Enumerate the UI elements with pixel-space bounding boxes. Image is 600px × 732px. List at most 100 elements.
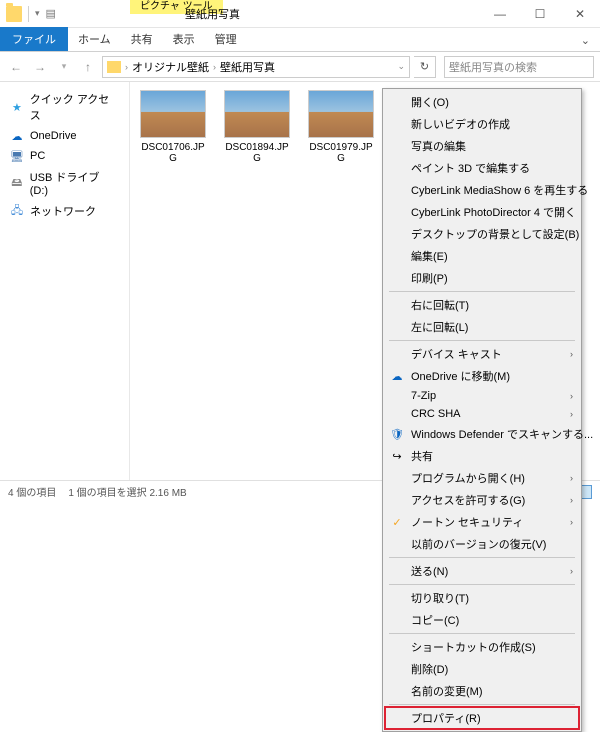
maximize-button[interactable]: ☐ — [520, 0, 560, 28]
sidebar-item-network[interactable]: 🖧 ネットワーク — [4, 200, 125, 222]
file-thumbnail[interactable]: DSC01894.JPG — [222, 90, 292, 164]
menu-separator — [389, 584, 575, 585]
window-title: 壁紙用写真 — [185, 6, 240, 22]
menu-edit-photo[interactable]: 写真の編集 — [385, 135, 579, 157]
selection-info: 1 個の項目を選択 2.16 MB — [68, 484, 186, 499]
breadcrumb[interactable]: オリジナル壁紙 — [132, 59, 209, 75]
menu-label: ノートン セキュリティ — [411, 514, 523, 530]
menu-label: 開く(O) — [411, 94, 449, 110]
menu-open[interactable]: 開く(O) — [385, 91, 579, 113]
usb-icon: 🖴 — [10, 176, 24, 190]
menu-onedrive-move[interactable]: ☁OneDrive に移動(M) — [385, 365, 579, 387]
menu-photodirector[interactable]: CyberLink PhotoDirector 4 で開く — [385, 201, 579, 223]
file-tab[interactable]: ファイル — [0, 27, 68, 51]
navigation-bar: ← → ▾ ↑ › オリジナル壁紙 › 壁紙用写真 ⌄ ↻ 壁紙用写真の検索 — [0, 52, 600, 82]
image-preview — [308, 90, 374, 138]
submenu-arrow-icon: › — [570, 473, 573, 483]
minimize-button[interactable]: — — [480, 0, 520, 28]
menu-paint3d[interactable]: ペイント 3D で編集する — [385, 157, 579, 179]
menu-new-video[interactable]: 新しいビデオの作成 — [385, 113, 579, 135]
menu-rename[interactable]: 名前の変更(M) — [385, 680, 579, 702]
menu-rotate-right[interactable]: 右に回転(T) — [385, 294, 579, 316]
menu-share[interactable]: ↪共有 — [385, 445, 579, 467]
menu-label: ショートカットの作成(S) — [411, 639, 536, 655]
menu-sendto[interactable]: 送る(N)› — [385, 560, 579, 582]
sidebar-item-label: クイック アクセス — [30, 91, 119, 123]
folder-icon[interactable] — [6, 6, 22, 22]
sidebar-item-label: ネットワーク — [30, 203, 96, 219]
addr-dropdown-icon[interactable]: ⌄ — [397, 61, 405, 72]
menu-restore[interactable]: 以前のバージョンの復元(V) — [385, 533, 579, 555]
menu-separator — [389, 340, 575, 341]
menu-copy[interactable]: コピー(C) — [385, 609, 579, 631]
menu-rotate-left[interactable]: 左に回転(L) — [385, 316, 579, 338]
menu-label: 写真の編集 — [411, 138, 466, 154]
ribbon-expand-icon[interactable]: ⌄ — [571, 30, 600, 51]
menu-norton[interactable]: ✓ノートン セキュリティ› — [385, 511, 579, 533]
menu-mediashow[interactable]: CyberLink MediaShow 6 を再生する — [385, 179, 579, 201]
forward-button[interactable]: → — [30, 57, 50, 77]
up-button[interactable]: ↑ — [78, 57, 98, 77]
home-tab[interactable]: ホーム — [68, 27, 121, 51]
sidebar-item-label: PC — [30, 150, 45, 162]
cloud-icon: ☁ — [389, 368, 405, 384]
sidebar-item-onedrive[interactable]: ☁OneDrive — [4, 126, 125, 146]
share-tab[interactable]: 共有 — [121, 27, 163, 51]
manage-tab[interactable]: 管理 — [205, 27, 247, 51]
history-dropdown-icon[interactable]: ▾ — [54, 57, 74, 77]
search-placeholder: 壁紙用写真の検索 — [449, 59, 537, 75]
submenu-arrow-icon: › — [570, 517, 573, 527]
menu-label: アクセスを許可する(G) — [411, 492, 525, 508]
ribbon-tabs: ファイル ホーム 共有 表示 管理 ⌄ — [0, 28, 600, 52]
menu-print[interactable]: 印刷(P) — [385, 267, 579, 289]
menu-edit[interactable]: 編集(E) — [385, 245, 579, 267]
cloud-icon: ☁ — [10, 129, 24, 143]
menu-separator — [389, 291, 575, 292]
sidebar-item-usb[interactable]: 🖴USB ドライブ (D:) — [4, 166, 125, 200]
sidebar-item-quick-access[interactable]: ★ クイック アクセス — [4, 88, 125, 126]
folder-icon — [107, 61, 121, 73]
menu-shortcut[interactable]: ショートカットの作成(S) — [385, 636, 579, 658]
menu-label: 右に回転(T) — [411, 297, 469, 313]
breadcrumb-sep: › — [213, 62, 216, 72]
breadcrumb[interactable]: 壁紙用写真 — [220, 59, 275, 75]
network-icon: 🖧 — [10, 204, 24, 218]
menu-desktop-bg[interactable]: デスクトップの背景として設定(B) — [385, 223, 579, 245]
menu-crcsha[interactable]: CRC SHA › — [385, 405, 579, 423]
menu-label: 編集(E) — [411, 248, 448, 264]
menu-label: ペイント 3D で編集する — [411, 160, 530, 176]
breadcrumb-sep: › — [125, 62, 128, 72]
submenu-arrow-icon: › — [570, 409, 573, 419]
menu-label: プログラムから開く(H) — [411, 470, 525, 486]
pc-icon: 🖥 — [10, 149, 24, 163]
search-input[interactable]: 壁紙用写真の検索 — [444, 56, 594, 78]
qat-overflow-icon[interactable]: ▾ — [35, 8, 40, 19]
menu-properties[interactable]: プロパティ(R) — [385, 707, 579, 729]
qat-props-icon[interactable]: ▤ — [46, 7, 56, 20]
menu-cut[interactable]: 切り取り(T) — [385, 587, 579, 609]
refresh-button[interactable]: ↻ — [414, 56, 436, 78]
menu-open-with[interactable]: プログラムから開く(H) › — [385, 467, 579, 489]
file-thumbnail[interactable]: DSC01706.JPG — [138, 90, 208, 164]
menu-label: 名前の変更(M) — [411, 683, 483, 699]
menu-access[interactable]: アクセスを許可する(G)› — [385, 489, 579, 511]
menu-label: デバイス キャスト — [411, 346, 502, 362]
menu-defender[interactable]: 🛡Windows Defender でスキャンする... — [385, 423, 579, 445]
view-tab[interactable]: 表示 — [163, 27, 205, 51]
submenu-arrow-icon: › — [570, 566, 573, 576]
menu-7zip[interactable]: 7-Zip› — [385, 387, 579, 405]
menu-delete[interactable]: 削除(D) — [385, 658, 579, 680]
menu-cast[interactable]: デバイス キャスト› — [385, 343, 579, 365]
star-icon: ★ — [10, 100, 24, 114]
image-preview — [140, 90, 206, 138]
address-bar[interactable]: › オリジナル壁紙 › 壁紙用写真 ⌄ — [102, 56, 410, 78]
file-thumbnail[interactable]: DSC01979.JPG — [306, 90, 376, 164]
sidebar-item-pc[interactable]: 🖥 PC — [4, 146, 125, 166]
back-button[interactable]: ← — [6, 57, 26, 77]
file-name: DSC01706.JPG — [138, 142, 208, 164]
close-button[interactable]: ✕ — [560, 0, 600, 28]
image-preview — [224, 90, 290, 138]
menu-label: コピー(C) — [411, 612, 459, 628]
menu-label: CRC SHA — [411, 408, 461, 420]
menu-separator — [389, 704, 575, 705]
